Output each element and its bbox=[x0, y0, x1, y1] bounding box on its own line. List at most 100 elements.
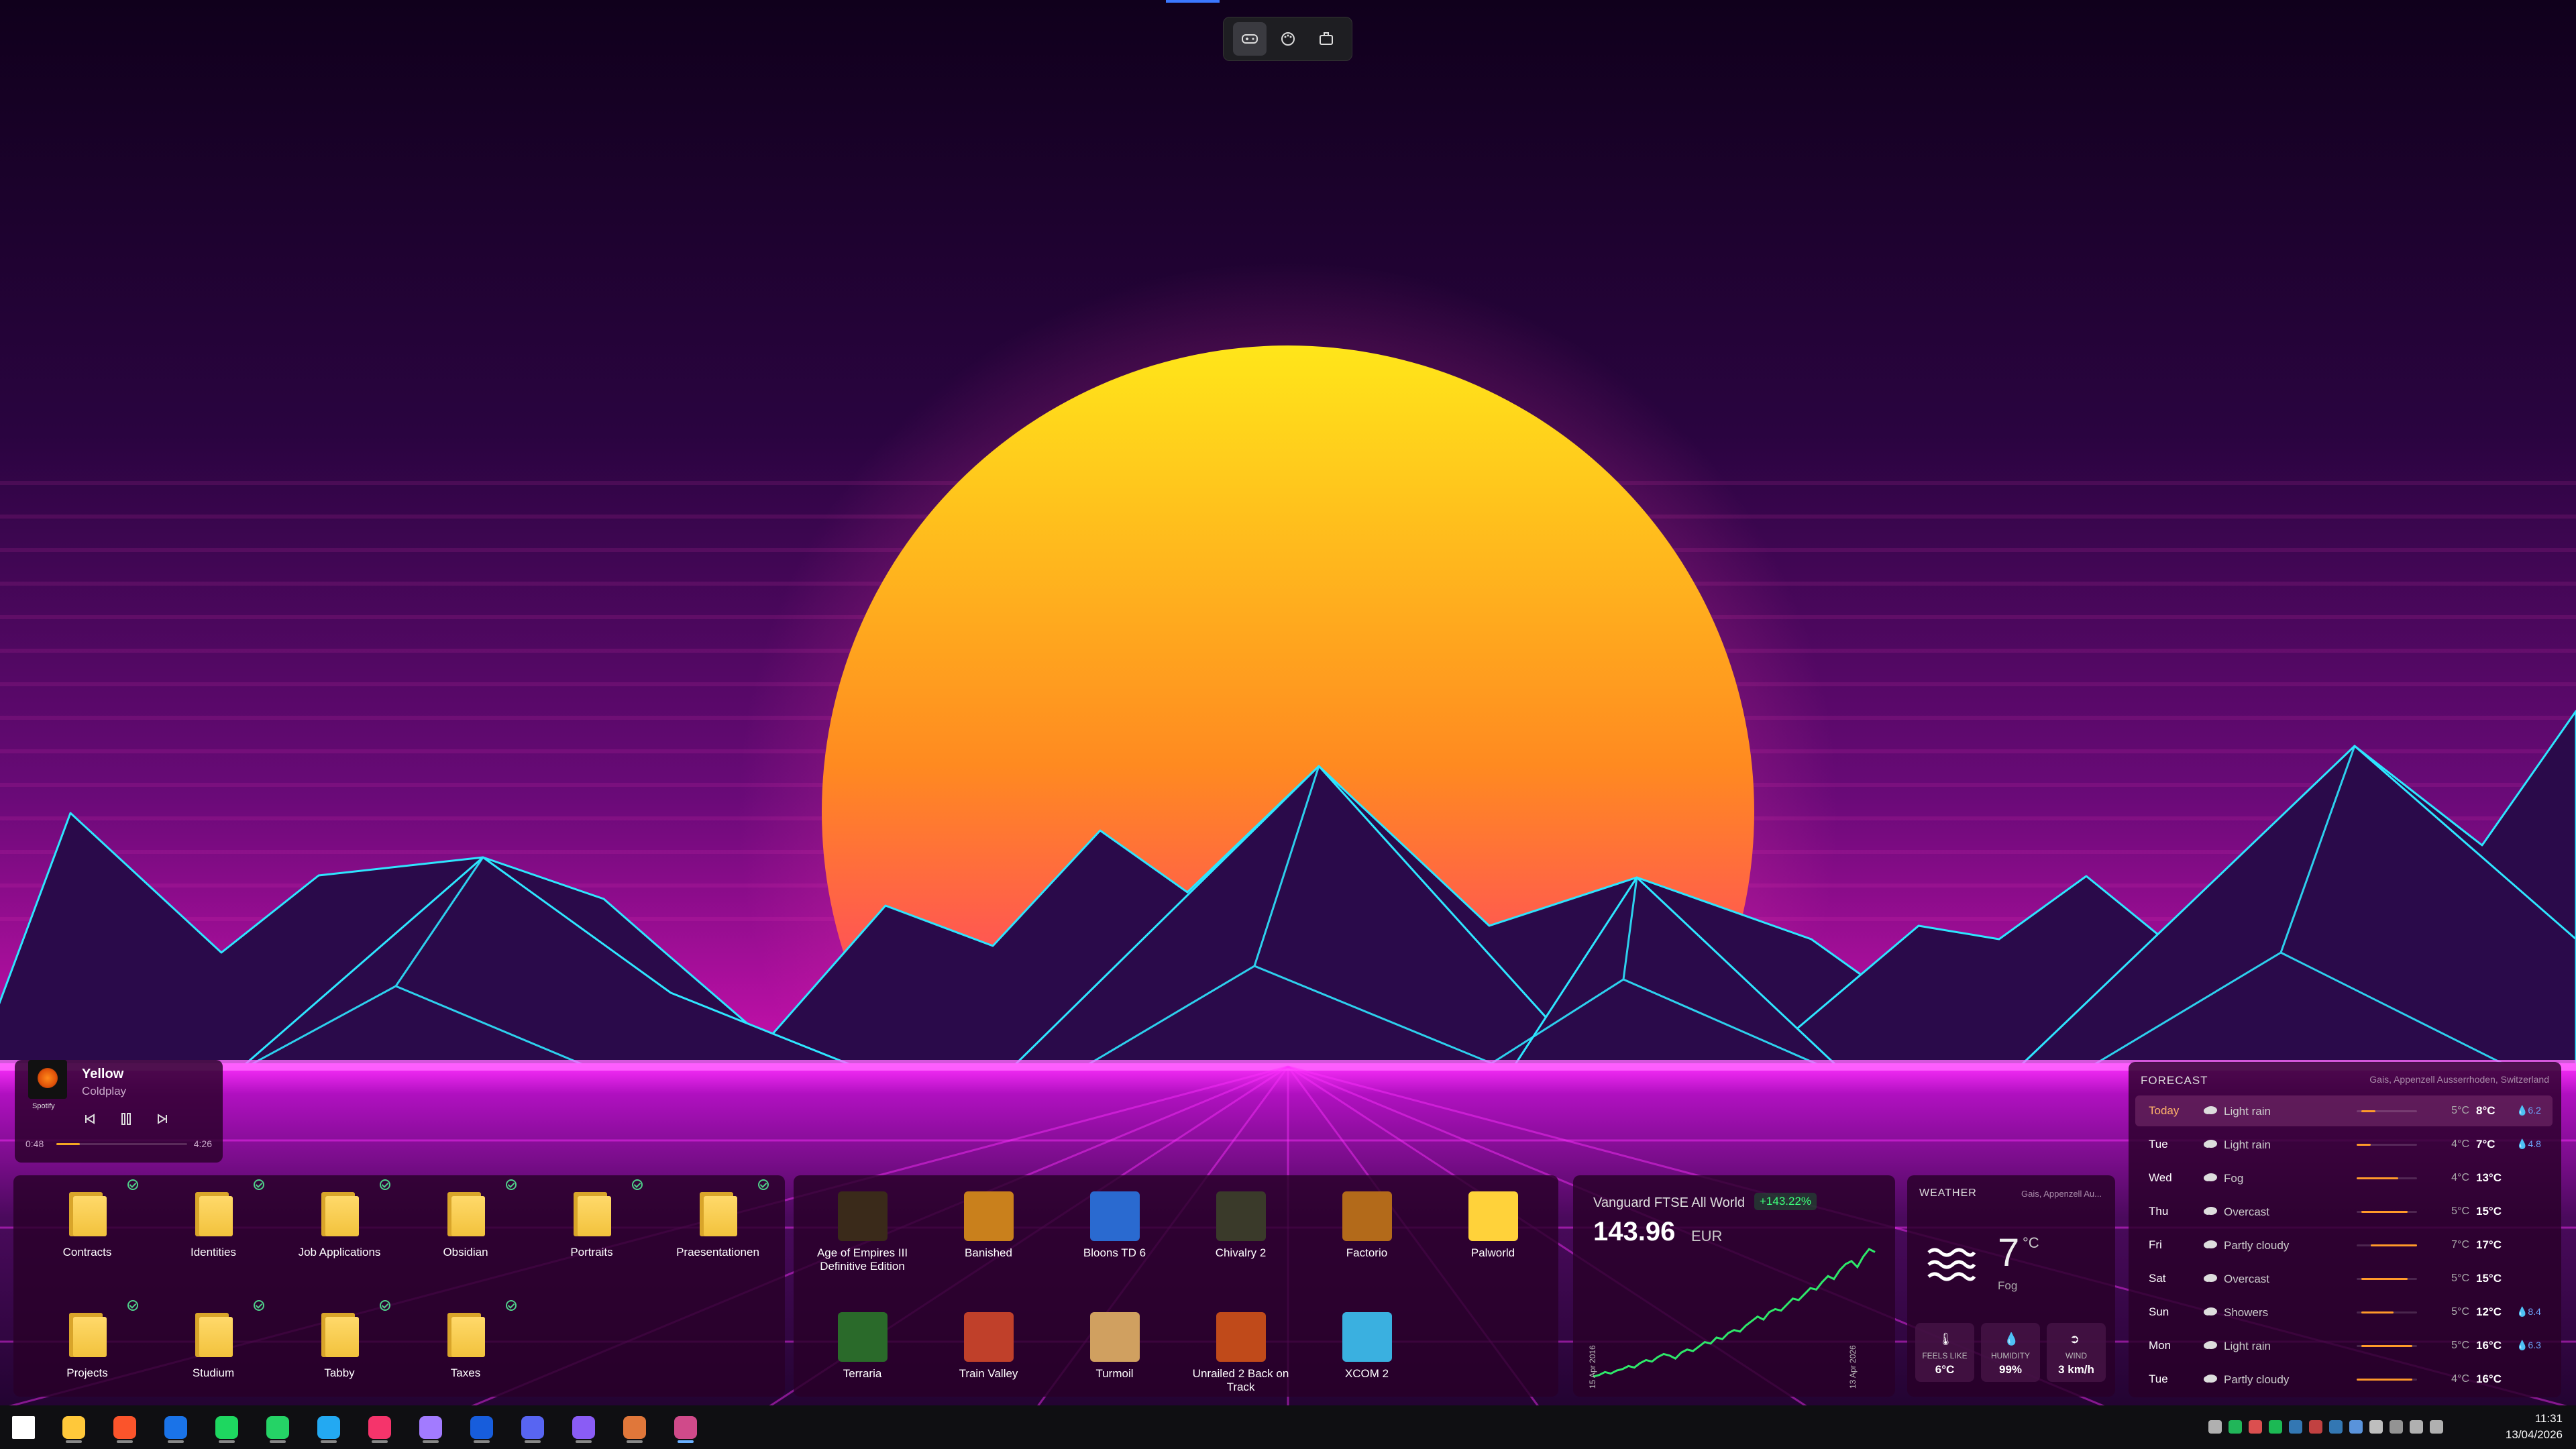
folder-icon bbox=[446, 1192, 485, 1236]
forecast-low: 7°C bbox=[2451, 1239, 2469, 1250]
forecast-condition: Partly cloudy bbox=[2224, 1239, 2290, 1252]
forecast-row[interactable]: Mon Light rain 5°C 16°C 💧6.3 bbox=[2135, 1330, 2553, 1361]
vscode-icon bbox=[317, 1416, 340, 1439]
folder-front bbox=[451, 1196, 485, 1236]
game-item[interactable]: Turmoil bbox=[1053, 1296, 1177, 1407]
folder-icon bbox=[68, 1313, 107, 1357]
claude-taskbar-button[interactable] bbox=[614, 1411, 655, 1444]
forecast-widget[interactable]: FORECAST Gais, Appenzell Ausserrhoden, S… bbox=[2129, 1062, 2561, 1397]
forecast-row[interactable]: Thu Overcast 5°C 15°C bbox=[2135, 1196, 2553, 1227]
work-tab-button[interactable] bbox=[1309, 22, 1343, 56]
folder-item[interactable]: Identities bbox=[153, 1175, 274, 1286]
forecast-row[interactable]: Tue Partly cloudy 4°C 16°C bbox=[2135, 1364, 2553, 1395]
jetbrains-icon bbox=[368, 1416, 391, 1439]
pause-button[interactable] bbox=[115, 1108, 137, 1130]
tray-icon[interactable] bbox=[2390, 1420, 2403, 1434]
tray-icon[interactable] bbox=[2369, 1420, 2383, 1434]
temp-range-fill bbox=[2361, 1311, 2394, 1313]
unrailed-icon bbox=[1216, 1312, 1266, 1362]
folder-item[interactable]: Obsidian bbox=[405, 1175, 526, 1286]
forecast-row[interactable]: Wed Fog 4°C 13°C bbox=[2135, 1163, 2553, 1193]
tray-icon[interactable] bbox=[2229, 1420, 2242, 1434]
folder-icon bbox=[194, 1313, 233, 1357]
tray-icon[interactable] bbox=[2309, 1420, 2322, 1434]
game-item[interactable]: Palworld bbox=[1431, 1175, 1555, 1286]
tray-icon[interactable] bbox=[2329, 1420, 2343, 1434]
tray-icon[interactable] bbox=[2349, 1420, 2363, 1434]
vscode-taskbar-button[interactable] bbox=[309, 1411, 349, 1444]
folder-item[interactable]: Contracts bbox=[27, 1175, 148, 1286]
playback-progress-bar[interactable] bbox=[56, 1143, 187, 1145]
forecast-precipitation: 💧6.3 bbox=[2516, 1340, 2541, 1350]
running-indicator bbox=[168, 1440, 184, 1443]
sync-check-icon bbox=[127, 1179, 138, 1190]
game-item[interactable]: Chivalry 2 bbox=[1179, 1175, 1303, 1286]
folder-item[interactable]: Tabby bbox=[279, 1296, 400, 1407]
clock-date: 13/04/2026 bbox=[2505, 1428, 2563, 1441]
folder-icon bbox=[68, 1192, 107, 1236]
folder-icon bbox=[320, 1192, 359, 1236]
discord-taskbar-button[interactable] bbox=[513, 1411, 553, 1444]
folder-item[interactable]: Projects bbox=[27, 1296, 148, 1407]
forecast-row[interactable]: Sat Overcast 5°C 15°C bbox=[2135, 1263, 2553, 1294]
file-explorer-taskbar-button[interactable] bbox=[54, 1411, 94, 1444]
outlook-taskbar-button[interactable] bbox=[156, 1411, 196, 1444]
game-item[interactable]: XCOM 2 bbox=[1305, 1296, 1429, 1407]
turmoil-icon bbox=[1089, 1312, 1140, 1362]
github-taskbar-button[interactable] bbox=[411, 1411, 451, 1444]
forecast-row[interactable]: Sun Showers 5°C 12°C 💧8.4 bbox=[2135, 1297, 2553, 1328]
running-indicator bbox=[525, 1440, 541, 1443]
game-item[interactable]: Bloons TD 6 bbox=[1053, 1175, 1177, 1286]
obsidian-taskbar-button[interactable] bbox=[564, 1411, 604, 1444]
folder-item[interactable]: Taxes bbox=[405, 1296, 526, 1407]
tray-icon[interactable] bbox=[2289, 1420, 2302, 1434]
palette-tab-button[interactable] bbox=[1271, 22, 1305, 56]
jetbrains-taskbar-button[interactable] bbox=[360, 1411, 400, 1444]
folder-icon bbox=[698, 1192, 737, 1236]
forecast-row[interactable]: Today Light rain 5°C 8°C 💧6.2 bbox=[2135, 1095, 2553, 1126]
weather-condition-icon bbox=[2202, 1338, 2218, 1350]
tray-icon[interactable] bbox=[2269, 1420, 2282, 1434]
game-item[interactable]: Age of Empires III Definitive Edition bbox=[800, 1175, 924, 1286]
fog-icon bbox=[1927, 1248, 1976, 1281]
brave-taskbar-button[interactable] bbox=[105, 1411, 145, 1444]
app-taskbar-button[interactable] bbox=[665, 1411, 706, 1444]
forecast-header: FORECAST bbox=[2141, 1074, 2208, 1087]
game-item[interactable]: Banished bbox=[926, 1175, 1051, 1286]
folder-item[interactable]: Studium bbox=[153, 1296, 274, 1407]
banished-icon bbox=[963, 1191, 1014, 1241]
folder-item[interactable]: Praesentationen bbox=[657, 1175, 778, 1286]
tray-icon[interactable] bbox=[2410, 1420, 2423, 1434]
forecast-row[interactable]: Tue Light rain 4°C 7°C 💧4.8 bbox=[2135, 1129, 2553, 1160]
system-clock[interactable]: 11:31 13/04/2026 bbox=[2506, 1411, 2563, 1443]
games-tab-button[interactable] bbox=[1232, 22, 1267, 56]
game-item[interactable]: Factorio bbox=[1305, 1175, 1429, 1286]
bitwarden-taskbar-button[interactable] bbox=[462, 1411, 502, 1444]
humidity-box: 💧 HUMIDITY 99% bbox=[1981, 1323, 2040, 1382]
folder-front bbox=[199, 1196, 233, 1236]
temp-range-fill bbox=[2361, 1345, 2413, 1347]
folder-item[interactable]: Portraits bbox=[531, 1175, 652, 1286]
tray-icon[interactable] bbox=[2208, 1420, 2222, 1434]
obsidian-icon bbox=[572, 1416, 595, 1439]
current-temperature: 7 bbox=[1998, 1231, 2020, 1275]
bloons-icon bbox=[1089, 1191, 1140, 1241]
droplet-icon: 💧 bbox=[2004, 1332, 2019, 1346]
forecast-row[interactable]: Fri Partly cloudy 7°C 17°C bbox=[2135, 1230, 2553, 1260]
spotify-taskbar-button[interactable] bbox=[207, 1411, 247, 1444]
games-widget: Age of Empires III Definitive Edition Ban… bbox=[794, 1175, 1558, 1397]
tray-icon[interactable] bbox=[2249, 1420, 2262, 1434]
game-item[interactable]: Unrailed 2 Back on Track bbox=[1179, 1296, 1303, 1407]
game-item[interactable]: Train Valley bbox=[926, 1296, 1051, 1407]
start-taskbar-button[interactable] bbox=[3, 1411, 44, 1444]
next-track-button[interactable] bbox=[152, 1108, 173, 1130]
stock-widget[interactable]: Vanguard FTSE All World +143.22% 143.96 … bbox=[1573, 1175, 1895, 1397]
folder-item[interactable]: Job Applications bbox=[279, 1175, 400, 1286]
whatsapp-taskbar-button[interactable] bbox=[258, 1411, 298, 1444]
tray-icon[interactable] bbox=[2430, 1420, 2443, 1434]
previous-track-button[interactable] bbox=[79, 1108, 101, 1130]
weather-widget[interactable]: WEATHER Gais, Appenzell Au... 7 °C Fog 🌡… bbox=[1907, 1175, 2115, 1397]
forecast-condition: Light rain bbox=[2224, 1340, 2271, 1352]
spotify-icon bbox=[215, 1416, 238, 1439]
game-item[interactable]: Terraria bbox=[800, 1296, 924, 1407]
